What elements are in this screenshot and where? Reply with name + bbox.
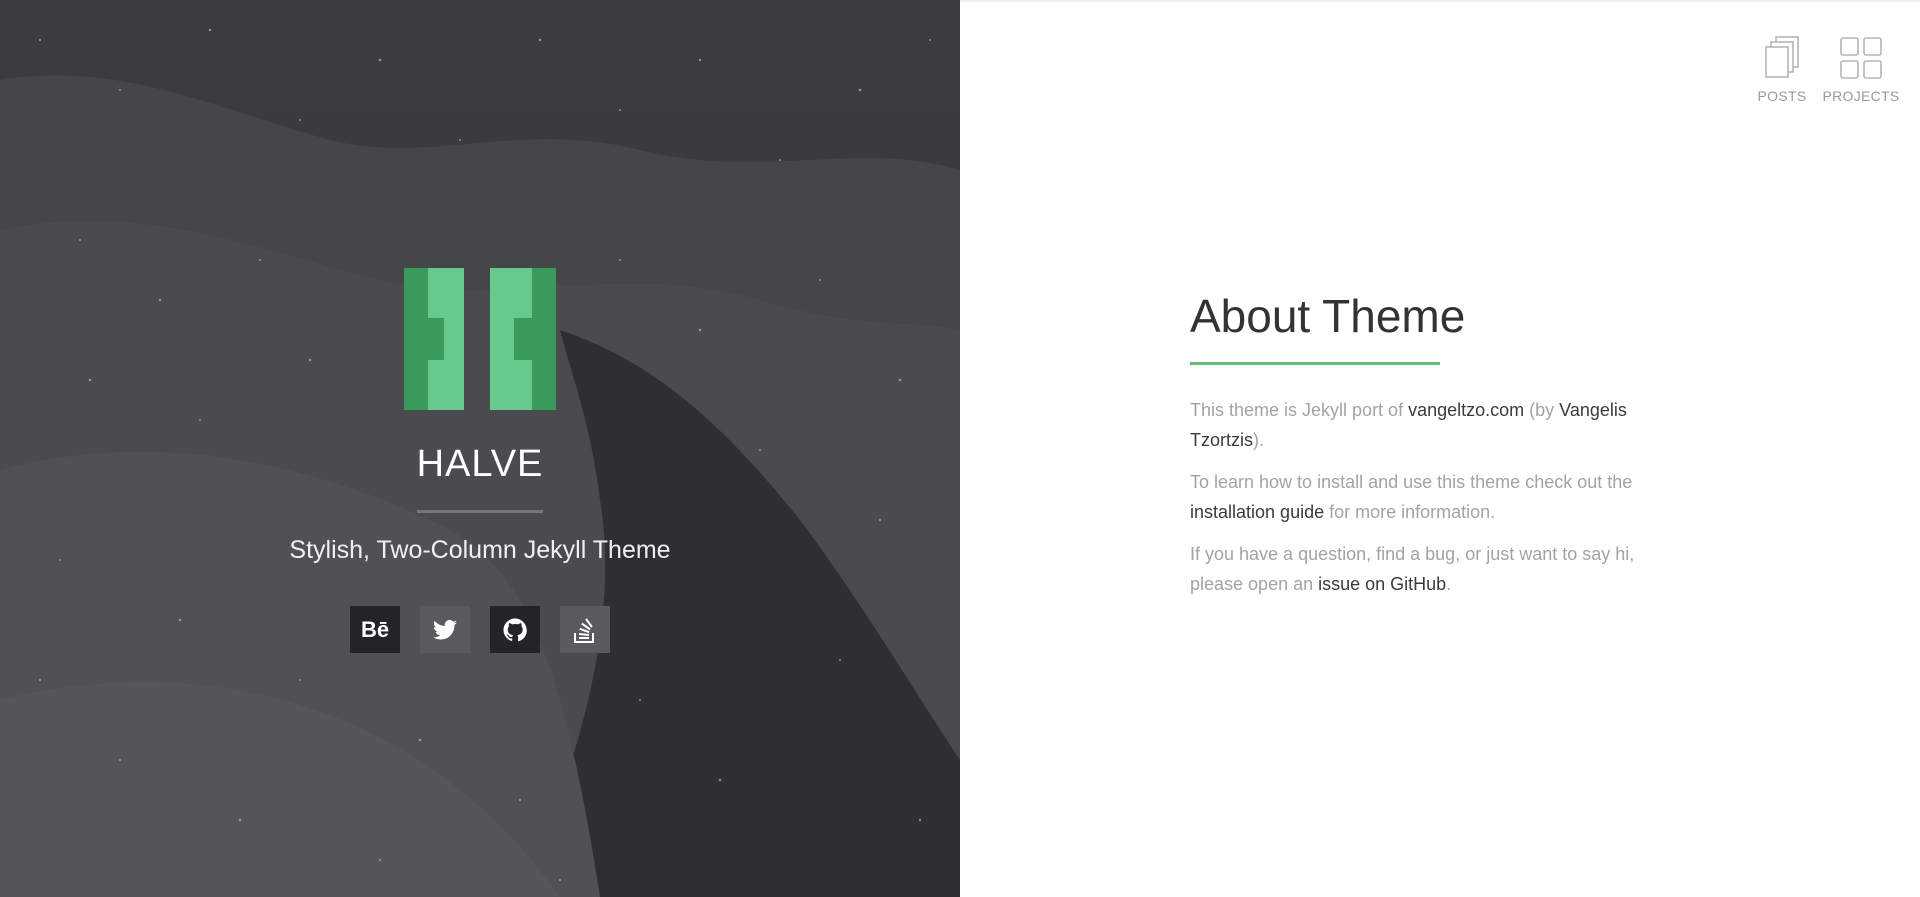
site-tagline: Stylish, Two-Column Jekyll Theme <box>289 536 671 564</box>
about-paragraph-1: This theme is Jekyll port of vangeltzo.c… <box>1190 395 1670 455</box>
twitter-icon <box>433 619 457 639</box>
installation-guide-link[interactable]: installation guide <box>1190 502 1324 522</box>
about-p1-text-a: This theme is Jekyll port of <box>1190 400 1409 420</box>
nav-projects[interactable]: PROJECTS <box>1822 36 1899 104</box>
halve-logo <box>404 268 556 410</box>
twitter-button[interactable] <box>420 606 470 653</box>
page: HALVE Stylish, Two-Column Jekyll Theme B… <box>0 0 1920 897</box>
projects-icon <box>1840 37 1882 79</box>
about-title-underline <box>1190 362 1440 365</box>
about-paragraph-2: To learn how to install and use this the… <box>1190 467 1670 527</box>
about-p2-text-a: To learn how to install and use this the… <box>1190 472 1633 492</box>
about-section: About Theme This theme is Jekyll port of… <box>1190 288 1670 611</box>
social-links: Bē <box>350 606 610 653</box>
nav-posts-label: POSTS <box>1757 88 1807 104</box>
about-title: About Theme <box>1190 290 1466 342</box>
behance-button[interactable]: Bē <box>350 606 400 653</box>
about-body: This theme is Jekyll port of vangeltzo.c… <box>1190 395 1670 599</box>
nav-projects-label: PROJECTS <box>1822 88 1900 104</box>
about-p1-text-c: ). <box>1253 430 1264 450</box>
site-title: HALVE <box>416 443 544 485</box>
stackoverflow-icon <box>574 617 594 643</box>
posts-icon <box>1765 36 1799 78</box>
github-issue-link[interactable]: issue on GitHub <box>1318 574 1446 594</box>
github-button[interactable] <box>490 606 540 653</box>
stackoverflow-button[interactable] <box>560 606 610 653</box>
hero-content: HALVE Stylish, Two-Column Jekyll Theme B… <box>0 0 960 897</box>
about-p3-text-b: . <box>1446 574 1452 594</box>
behance-icon: Bē <box>360 616 390 642</box>
vangeltzo-link[interactable]: vangeltzo.com <box>1408 400 1524 420</box>
nav-posts[interactable]: POSTS <box>1751 36 1813 104</box>
hero-panel: HALVE Stylish, Two-Column Jekyll Theme B… <box>0 0 960 897</box>
github-icon <box>503 618 527 641</box>
about-p2-text-b: for more information. <box>1324 502 1496 522</box>
about-paragraph-3: If you have a question, find a bug, or j… <box>1190 539 1670 599</box>
top-nav: POSTS PROJECTS <box>1751 36 1899 104</box>
top-border <box>960 0 1920 2</box>
about-p1-text-b: (by <box>1524 400 1560 420</box>
title-divider <box>417 510 543 513</box>
